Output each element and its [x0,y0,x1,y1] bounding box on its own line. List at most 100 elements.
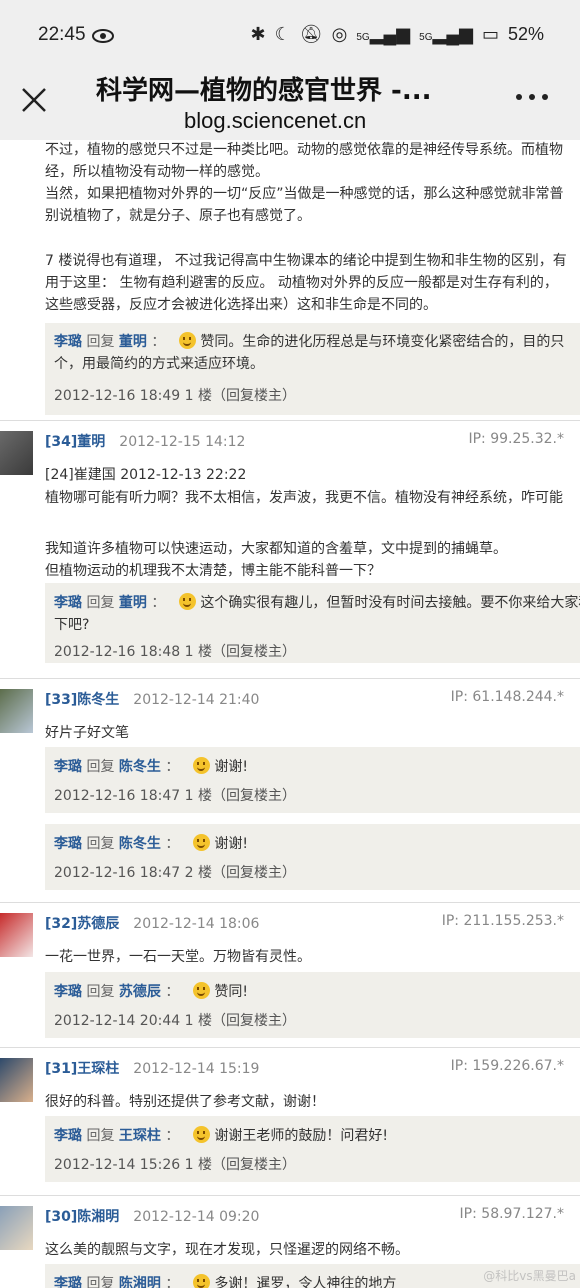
reply-text: 谢谢! [214,759,248,775]
battery-percent: 52% [507,24,544,44]
comment-author-link[interactable]: [32] [45,916,77,932]
comment-header: [33]陈冬生 2012-12-14 21:40 [45,689,259,709]
hotspot-icon: ◎ [331,24,348,44]
avatar[interactable] [0,689,33,733]
reply-author-link[interactable]: 李璐 [54,1128,82,1144]
avatar[interactable] [0,431,33,475]
comment-author-link[interactable]: 董明 [77,434,105,450]
reply-to-host-link[interactable]: （回复楼主） [212,1013,296,1029]
comment-header: [32]苏德辰 2012-12-14 18:06 [45,913,259,933]
reply-meta: 2012-12-16 18:49 1 楼（回复楼主） [54,388,296,404]
signal-icon-1: 5G▂▄▆ [356,24,411,44]
avatar[interactable] [0,1206,33,1250]
reply-author-link[interactable]: 李璐 [54,984,82,1000]
reply-author-link[interactable]: 李璐 [54,595,82,611]
reply-author-link[interactable]: 李璐 [54,334,82,350]
reply-target-link[interactable]: 王琛柱 [119,1128,161,1144]
top-text-line: 这些感受器，反应才会被进化选择出来）这和非生命是不同的。 [45,297,437,313]
comment-ip: IP: 99.25.32.* [468,431,564,447]
smile-icon [193,757,211,774]
comment-author-link[interactable]: 苏德辰 [77,916,119,932]
reply-line: 李璐 回复 王琛柱 ：谢谢王老师的鼓励！问君好! [54,1126,388,1144]
comment-ip: IP: 211.155.253.* [441,913,564,929]
top-text-line: 经，所以植物没有动物一样的感觉。 [45,164,269,180]
avatar[interactable] [0,1058,33,1102]
comment-author-link[interactable]: 王琛柱 [77,1061,119,1077]
bluetooth-icon: ✱ [250,24,266,44]
comment-text: 植物哪可能有听力啊？我不太相信，发声波，我更不信。植物没有神经系统，咋可能 [45,490,563,506]
avatar[interactable] [0,913,33,957]
comment-header: [34]董明 2012-12-15 14:12 [45,431,245,451]
reply-line: 李璐 回复 董明 ：赞同。生命的进化历程总是与环境变化紧密结合的，目的只 [54,332,565,350]
reply-text: 多谢！暹罗，令人神往的地方 [214,1276,397,1288]
smile-icon [193,982,211,999]
reply-target-link[interactable]: 陈湘明 [119,1276,161,1288]
comment-time: 2012-12-14 09:20 [133,1209,260,1225]
reply-box: 李璐 回复 王琛柱 ：谢谢王老师的鼓励！问君好! 2012-12-14 15:26… [45,1116,580,1182]
moon-icon: ☾ [274,24,291,44]
reply-author-link[interactable]: 李璐 [54,836,82,852]
comment-divider [0,678,580,679]
reply-meta: 2012-12-16 18:48 1 楼（回复楼主） [54,644,296,660]
reply-meta: 2012-12-16 18:47 1 楼（回复楼主） [54,788,296,804]
browser-header: 科学网—植物的感官世界 -... blog.sciencenet.cn [0,70,580,140]
comment-author-link[interactable]: [34] [45,434,77,450]
reply-target-link[interactable]: 董明 [119,334,147,350]
reply-box: 李璐 回复 董明 ：这个确实很有趣儿，但暂时没有时间去接触。要不你来给大家科下吧… [45,583,580,663]
comment-author-link[interactable]: [31] [45,1061,77,1077]
reply-to-host-link[interactable]: （回复楼主） [212,388,296,404]
status-time: 22:45 [38,24,86,45]
reply-text: 谢谢! [214,836,248,852]
comment-ip: IP: 61.148.244.* [450,689,564,705]
reply-to-host-link[interactable]: （回复楼主） [212,788,296,804]
reply-box: 李璐 回复 陈冬生 ：谢谢! 2012-12-16 18:47 1 楼（回复楼主） [45,747,580,813]
reply-box: 李璐 回复 苏德辰 ：赞同! 2012-12-14 20:44 1 楼（回复楼主） [45,972,580,1038]
smile-icon [193,1126,211,1143]
reply-line: 李璐 回复 陈湘明 ：多谢！暹罗，令人神往的地方 [54,1273,396,1288]
reply-target-link[interactable]: 苏德辰 [119,984,161,1000]
status-bar: 22:45 ✱ ☾ 🔕︎ ◎ 5G▂▄▆ 5G▂▄▆ ▭ 52% [0,0,580,70]
top-text-line: 7 楼说得也有道理， 不过我记得高中生物课本的绪论中提到生物和非生物的区别，有 [45,253,567,269]
reply-line: 李璐 回复 苏德辰 ：赞同! [54,982,248,1000]
reply-line: 李璐 回复 董明 ：这个确实很有趣儿，但暂时没有时间去接触。要不你来给大家科 [54,592,580,612]
comment-author-link[interactable]: [30] [45,1209,77,1225]
more-menu-icon[interactable] [516,94,548,100]
battery-icon: ▭ [481,24,499,44]
reply-author-link[interactable]: 李璐 [54,1276,82,1288]
comment-time: 2012-12-14 21:40 [133,692,260,708]
reply-text-cont: 个，用最简约的方式来适应环境。 [54,356,264,372]
smile-icon [193,1274,211,1288]
close-icon[interactable] [20,86,48,114]
reply-text: 谢谢王老师的鼓励！问君好! [214,1128,388,1144]
reply-target-link[interactable]: 董明 [119,595,147,611]
comment-time: 2012-12-15 14:12 [119,434,246,450]
eye-icon [92,29,114,43]
comment-divider [0,1195,580,1196]
comment-text: 但植物运动的机理我不太清楚，博主能不能科普一下？ [45,563,381,579]
reply-text-cont: 下吧? [54,617,90,633]
reply-box: 李璐 回复 陈冬生 ：谢谢! 2012-12-16 18:47 2 楼（回复楼主） [45,824,580,890]
comment-author-link[interactable]: 陈冬生 [77,692,119,708]
top-text-line: 当然，如果把植物对外界的一切“反应”当做是一种感觉的话，那么这种感觉就非常普 [45,186,564,202]
comment-author-link[interactable]: [33] [45,692,77,708]
reply-text: 赞同。生命的进化历程总是与环境变化紧密结合的，目的只 [200,334,565,350]
reply-target-link[interactable]: 陈冬生 [119,836,161,852]
comment-author-link[interactable]: 陈湘明 [77,1209,119,1225]
reply-to-host-link[interactable]: （回复楼主） [212,865,296,881]
smile-icon [179,593,197,610]
comments-content: 不过，植物的感觉只不过是一种类比吧。动物的感觉依靠的是神经传导系统。而植物 经，… [0,140,580,1288]
status-icons: ✱ ☾ 🔕︎ ◎ 5G▂▄▆ 5G▂▄▆ ▭ 52% [251,24,544,45]
reply-box: 李璐 回复 董明 ：赞同。生命的进化历程总是与环境变化紧密结合的，目的只 个，用… [45,323,580,415]
reply-to-host-link[interactable]: （回复楼主） [212,1157,296,1173]
comment-divider [0,902,580,903]
reply-line: 李璐 回复 陈冬生 ：谢谢! [54,757,248,775]
reply-to-host-link[interactable]: （回复楼主） [212,644,296,660]
reply-target-link[interactable]: 陈冬生 [119,759,161,775]
watermark: @科比vs黑曼巴a [483,1269,576,1283]
comment-ip: IP: 58.97.127.* [459,1206,564,1222]
comment-text: 这么美的靓照与文字，现在才发现，只怪暹逻的网络不畅。 [45,1242,409,1258]
reply-text: 赞同! [214,984,248,1000]
reply-author-link[interactable]: 李璐 [54,759,82,775]
comment-divider [0,420,580,421]
mute-icon: 🔕︎ [299,24,323,44]
